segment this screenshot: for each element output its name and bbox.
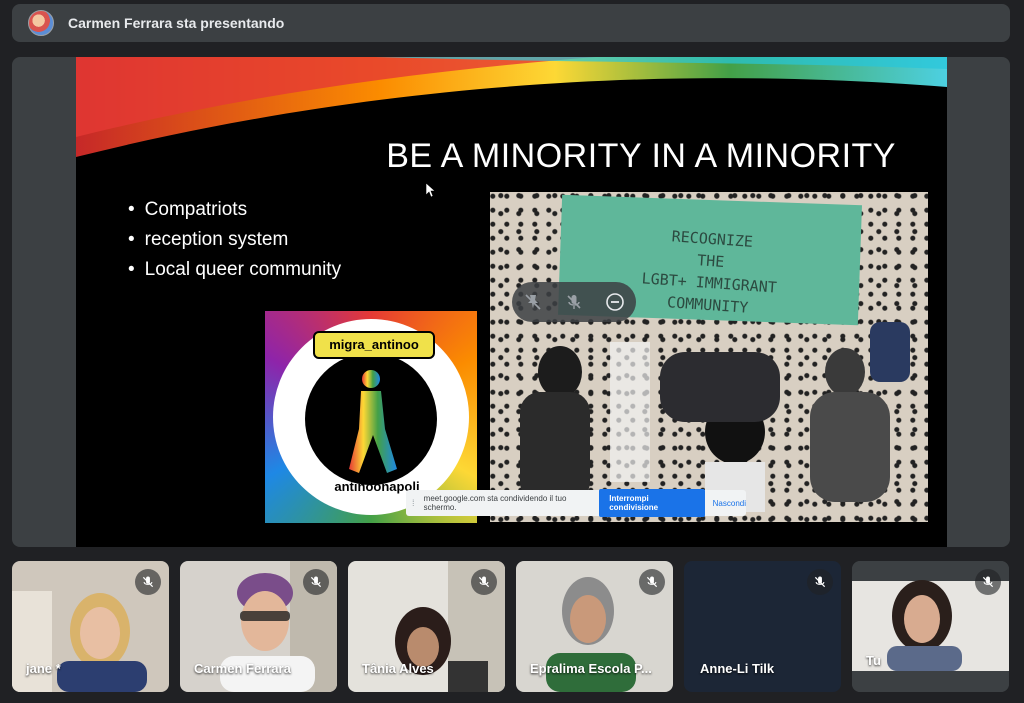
participant-tile[interactable]: Tânia Alves bbox=[348, 561, 505, 692]
participant-name: Epralima Escola P... bbox=[530, 661, 652, 676]
participant-name: Tu bbox=[866, 653, 881, 668]
walking-figure-icon bbox=[349, 370, 397, 473]
presenter-avatar bbox=[28, 10, 54, 36]
mic-off-icon bbox=[135, 569, 161, 595]
participant-tile[interactable]: Epralima Escola P... bbox=[516, 561, 673, 692]
bullet-item: reception system bbox=[128, 225, 341, 255]
share-message: meet.google.com sta condividendo il tuo … bbox=[423, 494, 567, 512]
presenter-text: Carmen Ferrara sta presentando bbox=[68, 15, 285, 31]
slide-photo: RECOGNIZE THE LGBT+ IMMIGRANT COMMUNITY bbox=[490, 192, 928, 522]
participant-tile-self[interactable]: Tu bbox=[852, 561, 1009, 692]
hide-button[interactable]: Nascondi bbox=[713, 499, 746, 508]
participant-tile[interactable]: Anne-Li Tilk bbox=[684, 561, 841, 692]
presenting-banner: Carmen Ferrara sta presentando bbox=[12, 4, 1010, 42]
stop-sharing-button[interactable]: Interrompi condivisione bbox=[599, 489, 705, 517]
mic-off-icon bbox=[303, 569, 329, 595]
unpin-icon[interactable] bbox=[522, 291, 544, 313]
participant-name: Tânia Alves bbox=[362, 661, 434, 676]
participant-name: Anne-Li Tilk bbox=[700, 661, 775, 676]
mouse-cursor-icon bbox=[426, 183, 436, 197]
bullet-item: Compatriots bbox=[128, 195, 341, 225]
mic-off-icon bbox=[639, 569, 665, 595]
slide-bullets: Compatriots reception system Local queer… bbox=[128, 195, 341, 285]
shared-slide: BE A MINORITY IN A MINORITY Compatriots … bbox=[76, 57, 947, 547]
participant-strip: jane * Carmen Ferrara Tânia Alves Eprali… bbox=[12, 561, 1010, 692]
participant-tile[interactable]: jane * bbox=[12, 561, 169, 692]
participant-name: Carmen Ferrara bbox=[194, 661, 291, 676]
tile-hover-controls bbox=[512, 282, 636, 322]
drag-handle-icon[interactable]: ⁞ bbox=[412, 498, 418, 508]
participant-tile[interactable]: Carmen Ferrara bbox=[180, 561, 337, 692]
bullet-item: Local queer community bbox=[128, 255, 341, 285]
slide-title: BE A MINORITY IN A MINORITY bbox=[386, 137, 896, 175]
mic-off-icon bbox=[975, 569, 1001, 595]
logo-banner: migra_antinoo bbox=[313, 331, 435, 359]
screen-share-bar: ⁞ meet.google.com sta condividendo il tu… bbox=[406, 489, 746, 517]
mic-off-icon bbox=[807, 569, 833, 595]
mic-off-icon bbox=[471, 569, 497, 595]
participant-name: jane * bbox=[26, 661, 61, 676]
presentation-stage[interactable]: BE A MINORITY IN A MINORITY Compatriots … bbox=[12, 57, 1010, 547]
remove-icon[interactable] bbox=[604, 291, 626, 313]
mic-off-icon[interactable] bbox=[563, 291, 585, 313]
